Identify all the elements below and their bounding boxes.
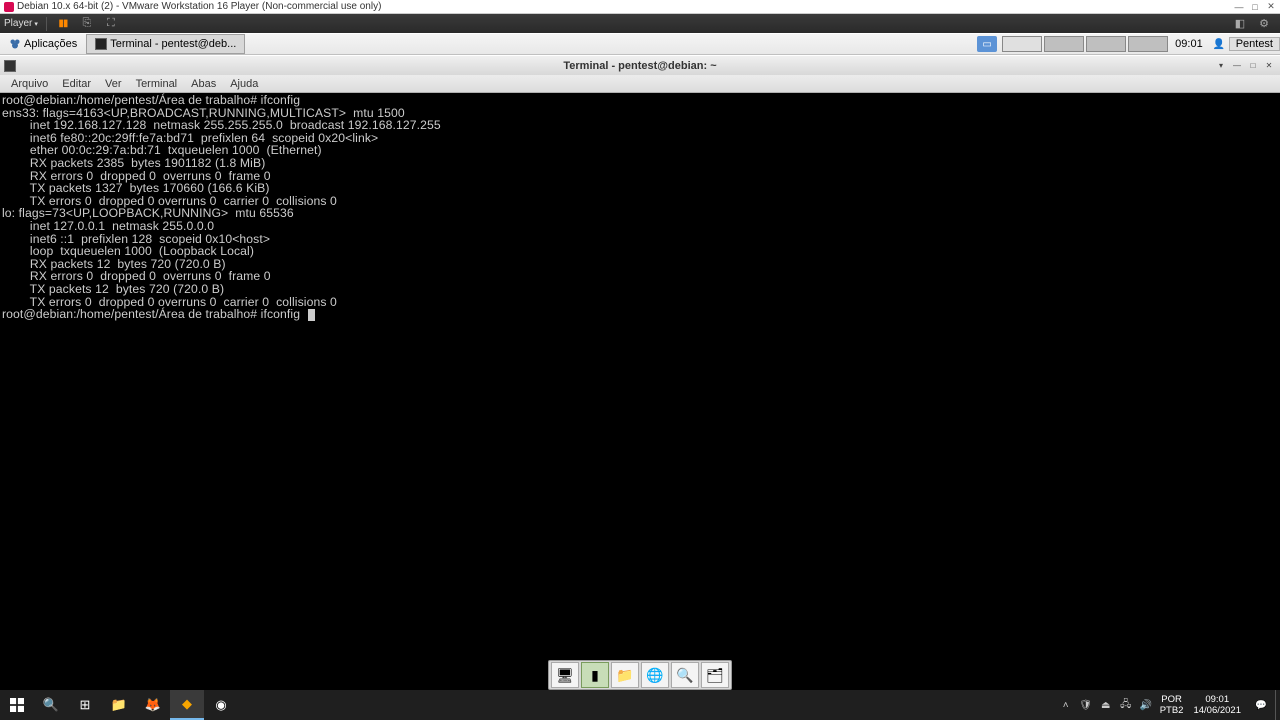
firefox-icon[interactable]: 🦊 <box>136 690 170 720</box>
pause-icon[interactable]: ▮▮ <box>55 16 71 32</box>
close-button[interactable]: ✕ <box>1266 2 1276 12</box>
taskbar-terminal-label: Terminal - pentest@deb... <box>110 38 236 50</box>
explorer-icon[interactable]: 📁 <box>102 690 136 720</box>
debian-icon <box>4 2 14 12</box>
menu-editar[interactable]: Editar <box>55 78 98 90</box>
window-minimize-button[interactable]: — <box>1230 59 1244 73</box>
menu-ver[interactable]: Ver <box>98 78 129 90</box>
menu-terminal[interactable]: Terminal <box>129 78 185 90</box>
window-shade-button[interactable]: ▾ <box>1214 59 1228 73</box>
vmware-toolbar: Player ▮▮ ⎘ ⛶ ◧ ⚙ <box>0 14 1280 33</box>
terminal-titlebar[interactable]: Terminal - pentest@debian: ~ ▾ — □ ✕ <box>0 55 1280 75</box>
terminal-window-icon <box>4 60 16 72</box>
task-view-icon[interactable]: ⊞ <box>68 690 102 720</box>
obs-icon[interactable]: ◉ <box>204 690 238 720</box>
terminal-cursor <box>308 309 315 321</box>
tray-eject-icon[interactable]: ⏏ <box>1096 690 1116 720</box>
notification-icon[interactable]: 💬 <box>1247 700 1275 711</box>
terminal-title-text: Terminal - pentest@debian: ~ <box>563 60 716 72</box>
dock-browser-icon[interactable]: 🌐 <box>641 662 669 688</box>
terminal-output[interactable]: root@debian:/home/pentest/Área de trabal… <box>0 93 1280 689</box>
start-button[interactable] <box>0 690 34 720</box>
tray-volume-icon[interactable]: 🔊 <box>1136 690 1156 720</box>
guest-panel: Aplicações Terminal - pentest@deb... ▭ 0… <box>0 33 1280 55</box>
minimize-button[interactable]: — <box>1234 2 1244 12</box>
vmware-player-icon[interactable]: ◆ <box>170 690 204 720</box>
applications-label: Aplicações <box>24 38 77 50</box>
player-menu[interactable]: Player <box>4 18 38 29</box>
tray-shield-icon[interactable]: 🛡 <box>1076 690 1096 720</box>
dock-folder-icon[interactable]: 🗂 <box>701 662 729 688</box>
user-icon: 👤 <box>1209 34 1229 54</box>
clock-time: 09:01 <box>1193 694 1241 705</box>
send-ctrl-alt-del-icon[interactable]: ⎘ <box>79 16 95 32</box>
tray-network-icon[interactable]: 🖧 <box>1116 690 1136 720</box>
terminal-menubar: Arquivo Editar Ver Terminal Abas Ajuda <box>0 75 1280 93</box>
vmware-title-text: Debian 10.x 64-bit (2) - VMware Workstat… <box>17 1 381 12</box>
guest-username[interactable]: Pentest <box>1229 37 1280 51</box>
terminal-icon <box>95 38 107 50</box>
dock-desktop-icon[interactable]: 🖥 <box>551 662 579 688</box>
language-indicator[interactable]: POR PTB2 <box>1156 694 1188 716</box>
separator <box>46 17 47 31</box>
show-desktop-button[interactable] <box>1275 690 1280 720</box>
menu-arquivo[interactable]: Arquivo <box>4 78 55 90</box>
dock-search-icon[interactable]: 🔍 <box>671 662 699 688</box>
workspace-3[interactable] <box>1086 36 1126 52</box>
fullscreen-icon[interactable]: ⛶ <box>103 16 119 32</box>
lang-line2: PTB2 <box>1160 705 1184 716</box>
workspace-1[interactable] <box>1002 36 1042 52</box>
windows-clock[interactable]: 09:01 14/06/2021 <box>1187 694 1247 716</box>
window-maximize-button[interactable]: □ <box>1246 59 1260 73</box>
menu-ajuda[interactable]: Ajuda <box>223 78 265 90</box>
windows-taskbar: 🔍 ⊞ 📁 🦊 ◆ ◉ ˄ 🛡 ⏏ 🖧 🔊 POR PTB2 09:01 14/… <box>0 690 1280 720</box>
search-icon[interactable]: 🔍 <box>34 690 68 720</box>
xfce-mouse-icon <box>9 38 21 50</box>
dock-terminal-icon[interactable]: ▮ <box>581 662 609 688</box>
applications-menu[interactable]: Aplicações <box>0 34 86 54</box>
lang-line1: POR <box>1160 694 1184 705</box>
workspace-2[interactable] <box>1044 36 1084 52</box>
tool-icon[interactable]: ⚙ <box>1256 16 1272 32</box>
tray-display-icon[interactable]: ▭ <box>977 36 997 52</box>
guest-clock[interactable]: 09:01 <box>1169 38 1209 50</box>
guest-dock: 🖥 ▮ 📁 🌐 🔍 🗂 <box>548 660 732 690</box>
maximize-button[interactable]: □ <box>1250 2 1260 12</box>
clock-date: 14/06/2021 <box>1193 705 1241 716</box>
window-close-button[interactable]: ✕ <box>1262 59 1276 73</box>
vmware-titlebar: Debian 10.x 64-bit (2) - VMware Workstat… <box>0 0 1280 14</box>
windows-icon <box>10 698 24 712</box>
workspace-4[interactable] <box>1128 36 1168 52</box>
dock-files-icon[interactable]: 📁 <box>611 662 639 688</box>
menu-abas[interactable]: Abas <box>184 78 223 90</box>
taskbar-terminal-item[interactable]: Terminal - pentest@deb... <box>86 34 245 54</box>
tool-icon[interactable]: ◧ <box>1232 16 1248 32</box>
chevron-up-icon[interactable]: ˄ <box>1056 690 1076 720</box>
